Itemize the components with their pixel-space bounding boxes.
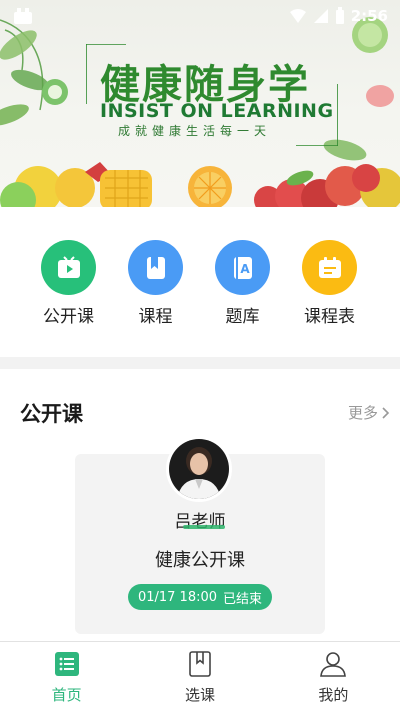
tab-home[interactable]: 首页 — [0, 642, 133, 711]
signal-icon — [313, 9, 328, 23]
tab-mine[interactable]: 我的 — [267, 642, 400, 711]
tab-label: 选课 — [184, 686, 215, 704]
book-icon — [128, 240, 183, 295]
banner-slogan: 成就健康生活每一天 — [118, 124, 272, 138]
course-status-badge: 01/17 18:00 已结束 — [128, 584, 272, 610]
play-tv-icon — [41, 240, 96, 295]
quick-item-label: 课程 — [138, 307, 173, 327]
name-underline — [183, 525, 225, 529]
course-status: 已结束 — [223, 591, 263, 607]
battery-icon — [335, 7, 344, 24]
wifi-icon — [289, 9, 306, 23]
teacher-avatar — [166, 436, 232, 502]
course-title: 健康公开课 — [155, 550, 245, 571]
chevron-right-icon — [382, 406, 390, 419]
course-date: 01/17 18:00 — [137, 589, 218, 605]
notification-icon — [12, 6, 34, 30]
user-icon — [319, 650, 347, 678]
svg-text:A: A — [240, 262, 250, 276]
quick-item-course[interactable]: 课程 — [112, 240, 199, 330]
more-link[interactable]: 更多 — [348, 402, 390, 423]
tab-select-course[interactable]: 选课 — [133, 642, 266, 711]
quick-item-question-bank[interactable]: A 题库 — [199, 240, 286, 330]
quick-item-label: 公开课 — [43, 307, 94, 327]
quick-item-label: 课程表 — [304, 307, 355, 327]
home-list-icon — [53, 650, 81, 678]
course-book-icon — [186, 650, 214, 678]
banner-subtitle: INSIST ON LEARNING — [100, 100, 334, 122]
tab-label: 首页 — [51, 686, 82, 704]
status-time: 2:56 — [350, 7, 388, 25]
quick-item-label: 题库 — [225, 307, 260, 327]
tab-label: 我的 — [318, 686, 349, 704]
section-title: 公开课 — [20, 402, 83, 426]
section-divider — [0, 357, 400, 369]
schedule-icon — [302, 240, 357, 295]
more-label: 更多 — [347, 404, 378, 422]
quick-nav: 公开课 课程 A 题库 课程表 — [0, 240, 400, 330]
question-bank-icon: A — [215, 240, 270, 295]
open-class-section-header: 公开课 更多 — [20, 398, 390, 428]
bottom-tab-bar: 首页 选课 我的 — [0, 641, 400, 711]
course-card[interactable]: 吕老师 健康公开课 01/17 18:00 已结束 — [75, 436, 325, 634]
quick-item-schedule[interactable]: 课程表 — [286, 240, 373, 330]
status-bar: 2:56 — [0, 0, 400, 32]
quick-item-open-class[interactable]: 公开课 — [25, 240, 112, 330]
